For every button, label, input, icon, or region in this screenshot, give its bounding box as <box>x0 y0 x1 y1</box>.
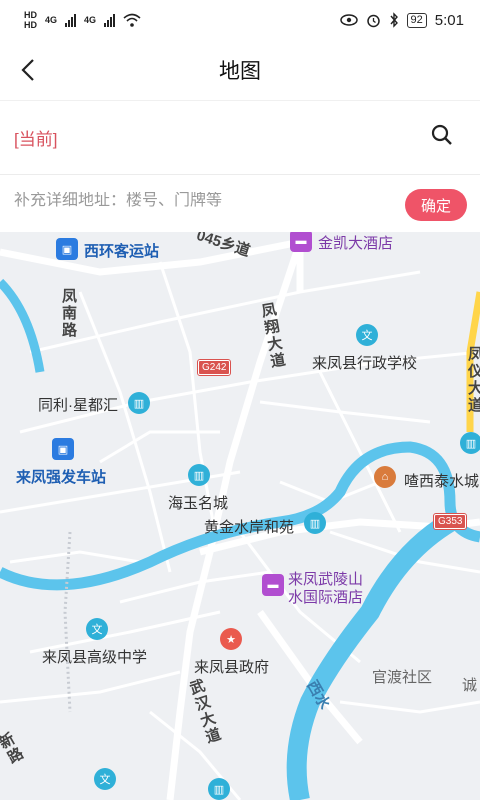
search-icon[interactable] <box>430 123 454 147</box>
poi-label[interactable]: 诚 <box>462 674 477 695</box>
signal-icon-2 <box>104 13 116 27</box>
railway <box>63 531 72 713</box>
map-view[interactable]: 西环客运站 金凯大酒店 来凤县行政学校 同利·星都汇 来凤强发车站 喳西泰水城 … <box>0 232 480 800</box>
status-bar: HD HD 4G 4G 92 5:01 <box>0 0 480 40</box>
school-icon[interactable]: 文 <box>86 618 108 640</box>
net2-label: 4G <box>84 15 97 25</box>
highway-shield: G242 <box>196 359 232 376</box>
poi-label[interactable]: 来凤强发车站 <box>16 466 106 487</box>
hd2-label: HD <box>24 20 37 30</box>
battery-level: 92 <box>406 12 427 28</box>
bluetooth-icon <box>390 12 398 28</box>
poi-label[interactable]: 来凤县政府 <box>194 656 269 677</box>
building-icon[interactable]: ▥ <box>128 392 150 414</box>
alarm-icon <box>366 14 380 27</box>
building-icon[interactable]: ▥ <box>304 512 326 534</box>
confirm-button[interactable]: 确定 <box>405 189 467 221</box>
wifi-icon <box>123 13 141 27</box>
poi-label[interactable]: 官渡社区 <box>372 666 432 687</box>
poi-label[interactable]: 来凤县高级中学 <box>42 646 147 667</box>
attraction-icon[interactable]: ⌂ <box>374 466 396 488</box>
poi-label[interactable]: 喳西泰水城 <box>404 470 479 491</box>
hd1-label: HD <box>24 10 37 20</box>
address-detail-input[interactable] <box>14 192 394 210</box>
building-icon[interactable]: ▥ <box>188 464 210 486</box>
hotel-icon[interactable]: ▬ <box>290 232 312 252</box>
status-left: HD HD 4G 4G <box>24 10 141 30</box>
eye-icon <box>339 14 358 26</box>
road-label: 凤南路 <box>60 288 77 339</box>
poi-label[interactable]: 黄金水岸和苑 <box>204 516 294 537</box>
school-icon[interactable]: 文 <box>94 768 116 790</box>
current-location-label[interactable]: [当前] <box>14 125 57 150</box>
building-icon[interactable]: ▥ <box>208 778 230 800</box>
river-north <box>0 278 45 373</box>
poi-label[interactable]: 海玉名城 <box>168 492 228 513</box>
signal-icon <box>65 13 77 27</box>
building-icon[interactable]: ▥ <box>460 432 480 454</box>
bus-icon[interactable]: ▣ <box>52 438 74 460</box>
poi-label[interactable]: 金凯大酒店 <box>318 232 393 253</box>
poi-label[interactable]: 西环客运站 <box>84 240 159 261</box>
poi-label[interactable]: 来凤县行政学校 <box>312 352 417 373</box>
government-icon[interactable]: ★ <box>220 628 242 650</box>
school-icon[interactable]: 文 <box>356 324 378 346</box>
road-label: 凤仪大道 <box>466 346 480 414</box>
chevron-left-icon[interactable] <box>16 56 44 84</box>
net1-label: 4G <box>45 15 58 25</box>
clock: 5:01 <box>434 11 464 29</box>
page-title: 地图 <box>219 60 261 83</box>
address-bar: 确定 <box>0 174 480 232</box>
nav-bar: 地图 <box>0 40 480 100</box>
highway-shield: G353 <box>432 513 468 530</box>
poi-label[interactable]: 同利·星都汇 <box>38 394 118 415</box>
location-search[interactable]: [当前] <box>0 100 480 174</box>
poi-label[interactable]: 水国际酒店 <box>288 586 363 607</box>
hd-indicator: HD HD <box>24 10 37 30</box>
status-right: 92 5:01 <box>339 11 464 29</box>
bus-icon[interactable]: ▣ <box>56 238 78 260</box>
hotel-icon[interactable]: ▬ <box>262 574 284 596</box>
